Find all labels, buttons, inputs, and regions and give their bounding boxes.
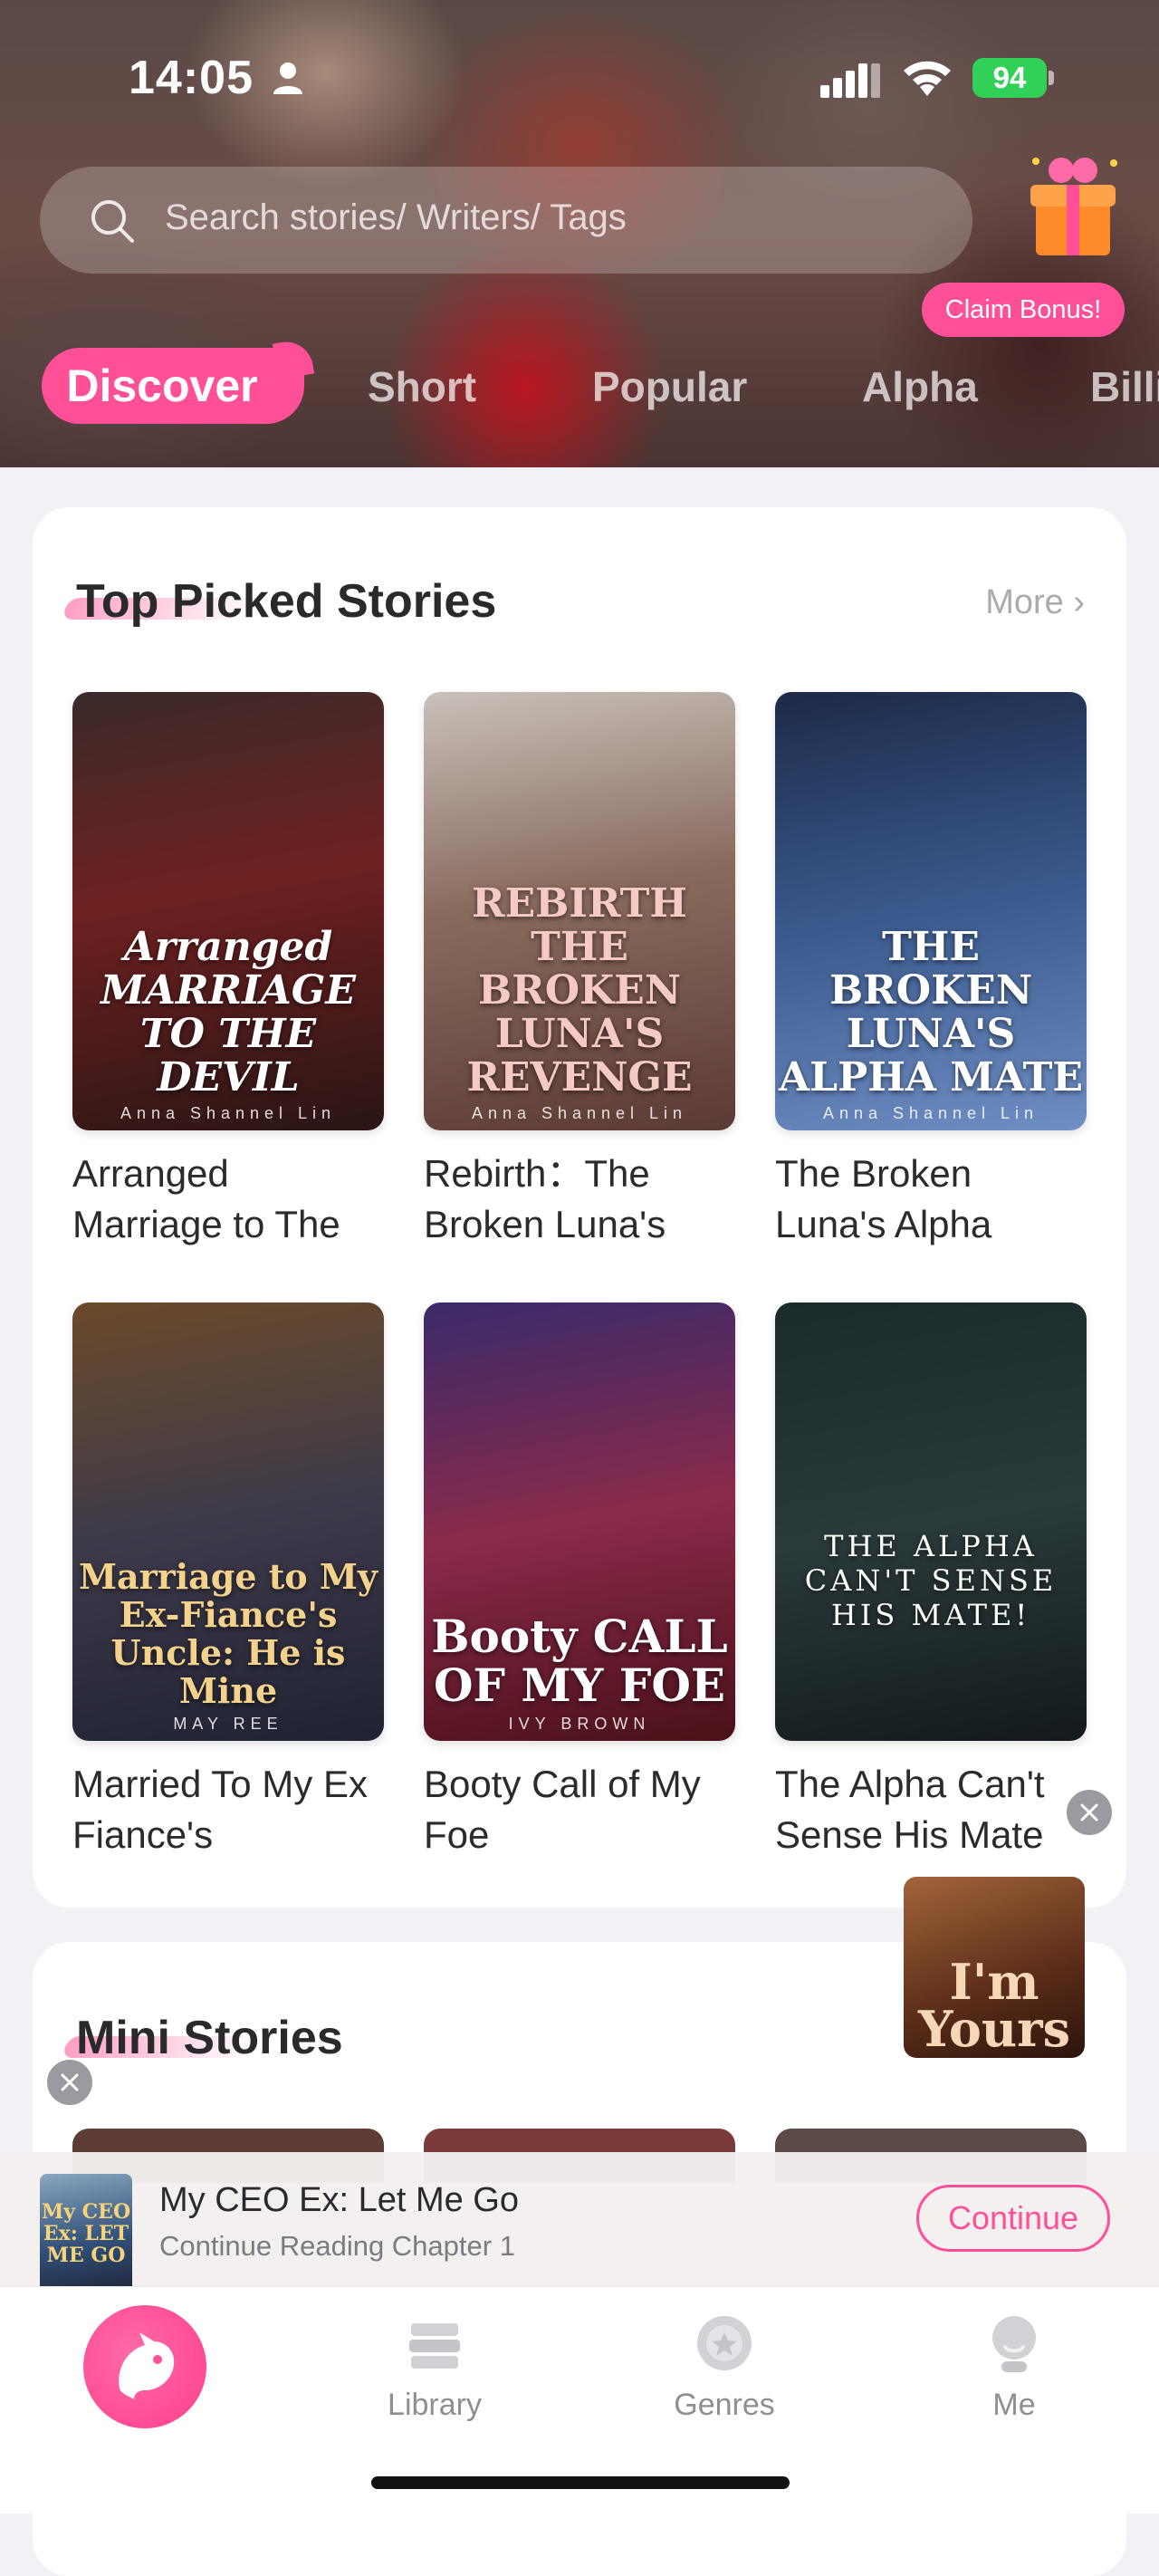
person-icon	[273, 62, 302, 94]
cover-author: Anna Shannel Lin	[120, 1104, 337, 1122]
battery-level: 94	[972, 58, 1047, 98]
floating-story-thumbnail[interactable]: I'm Yours	[904, 1877, 1085, 2058]
tab-popular[interactable]: Popular	[592, 362, 747, 411]
cover-title: THE BROKEN LUNA'S ALPHA MATE	[779, 924, 1083, 1101]
tab-short[interactable]: Short	[368, 362, 476, 411]
wifi-icon	[904, 61, 951, 96]
cover-author: MAY REE	[173, 1715, 283, 1733]
cover-title: Booty CALL OF MY FOE	[431, 1610, 728, 1712]
continue-button[interactable]: Continue	[916, 2185, 1110, 2252]
continue-chapter: Continue Reading Chapter 1	[159, 2230, 515, 2262]
library-icon	[409, 2323, 460, 2369]
battery-indicator: 94	[972, 58, 1054, 98]
book-card[interactable]: THE ALPHA CAN'T SENSE HIS MATE! The Alph…	[775, 1302, 1087, 1860]
search-icon	[91, 200, 134, 243]
book-title: Rebirth：The Broken Luna's	[424, 1152, 666, 1245]
book-title: Arranged Marriage to The	[72, 1152, 340, 1245]
tab-alpha[interactable]: Alpha	[862, 362, 978, 411]
book-card[interactable]: Marriage to My Ex-Fiance's Uncle: He is …	[72, 1302, 384, 1860]
book-title: The Broken Luna's Alpha	[775, 1152, 992, 1245]
cover-title: Marriage to My Ex-Fiance's Uncle: He is …	[78, 1556, 378, 1711]
status-bar: 14:05 94	[0, 45, 1159, 111]
continue-book-cover: My CEO Ex: LET ME GO	[40, 2174, 132, 2302]
continue-book-title: My CEO Ex: Let Me Go	[159, 2181, 519, 2219]
claim-bonus-button[interactable]: Claim Bonus!	[922, 283, 1125, 337]
section-title: Top Picked Stories	[76, 575, 497, 628]
section-title: Mini Stories	[76, 2012, 343, 2064]
cover-author: Anna Shannel Lin	[471, 1104, 688, 1122]
close-icon	[1080, 1803, 1098, 1821]
cover-title: REBIRTH THE BROKEN LUNA'S REVENGE	[466, 880, 693, 1101]
header-banner: 14:05 94 Search stories/ Writers/ Tags C…	[0, 0, 1159, 467]
book-title: Booty Call of My Foe	[424, 1763, 701, 1856]
close-section-button[interactable]	[47, 2060, 92, 2105]
book-title: The Alpha Can't Sense His Mate	[775, 1763, 1045, 1856]
cellular-signal-icon	[820, 63, 880, 98]
category-tabs: Discover Short Popular Alpha Billi	[0, 337, 1159, 437]
book-card[interactable]: REBIRTH THE BROKEN LUNA'S REVENGE Anna S…	[424, 692, 735, 1250]
book-cover: Arranged MARRIAGE TO THE DEVIL Anna Shan…	[72, 692, 384, 1130]
more-label: More	[985, 583, 1064, 621]
continue-reading-bar[interactable]: My CEO Ex: LET ME GO My CEO Ex: Let Me G…	[0, 2152, 1159, 2302]
cover-title: Arranged MARRIAGE TO THE DEVIL	[101, 924, 356, 1101]
book-cover: THE ALPHA CAN'T SENSE HIS MATE!	[775, 1302, 1087, 1741]
continue-cover-title: My CEO Ex: LET ME GO	[41, 2200, 131, 2267]
nav-discover-home[interactable]	[83, 2305, 206, 2428]
cover-author: Anna Shannel Lin	[822, 1104, 1039, 1122]
book-title: Married To My Ex Fiance's	[72, 1763, 368, 1856]
top-picked-section: Top Picked Stories More › Arranged MARRI…	[33, 507, 1126, 1908]
close-floating-button[interactable]	[1067, 1790, 1112, 1835]
search-bar[interactable]: Search stories/ Writers/ Tags	[40, 167, 972, 274]
chevron-right-icon: ›	[1073, 583, 1085, 621]
nav-me[interactable]: Me	[924, 2311, 1105, 2423]
gift-icon[interactable]	[1014, 145, 1132, 263]
genres-badge-icon	[697, 2316, 752, 2370]
book-cover: REBIRTH THE BROKEN LUNA'S REVENGE Anna S…	[424, 692, 735, 1130]
nav-genres[interactable]: Genres	[634, 2311, 815, 2423]
battery-tip	[1049, 71, 1054, 85]
tab-discover[interactable]: Discover	[42, 348, 304, 424]
home-indicator[interactable]	[371, 2476, 790, 2489]
book-card[interactable]: Arranged MARRIAGE TO THE DEVIL Anna Shan…	[72, 692, 384, 1250]
wolf-logo-icon	[119, 2332, 175, 2399]
status-time: 14:05	[129, 52, 254, 104]
nav-me-label: Me	[992, 2388, 1036, 2422]
book-cover: Marriage to My Ex-Fiance's Uncle: He is …	[72, 1302, 384, 1741]
cover-title: THE ALPHA CAN'T SENSE HIS MATE!	[804, 1529, 1058, 1632]
tab-billionaire[interactable]: Billi	[1090, 362, 1159, 411]
book-cover: THE BROKEN LUNA'S ALPHA MATE Anna Shanne…	[775, 692, 1087, 1130]
cover-author: IVY BROWN	[508, 1715, 651, 1733]
more-link[interactable]: More ›	[985, 583, 1085, 622]
search-placeholder: Search stories/ Writers/ Tags	[165, 197, 627, 237]
nav-library[interactable]: Library	[344, 2311, 525, 2423]
thumbnail-title: I'm Yours	[918, 1953, 1070, 2058]
nav-library-label: Library	[388, 2388, 482, 2422]
book-cover: Booty CALL OF MY FOE IVY BROWN	[424, 1302, 735, 1741]
close-icon	[61, 2073, 79, 2091]
book-card[interactable]: THE BROKEN LUNA'S ALPHA MATE Anna Shanne…	[775, 692, 1087, 1250]
book-card[interactable]: Booty CALL OF MY FOE IVY BROWN Booty Cal…	[424, 1302, 735, 1860]
nav-genres-label: Genres	[674, 2388, 775, 2422]
profile-icon	[992, 2316, 1036, 2372]
